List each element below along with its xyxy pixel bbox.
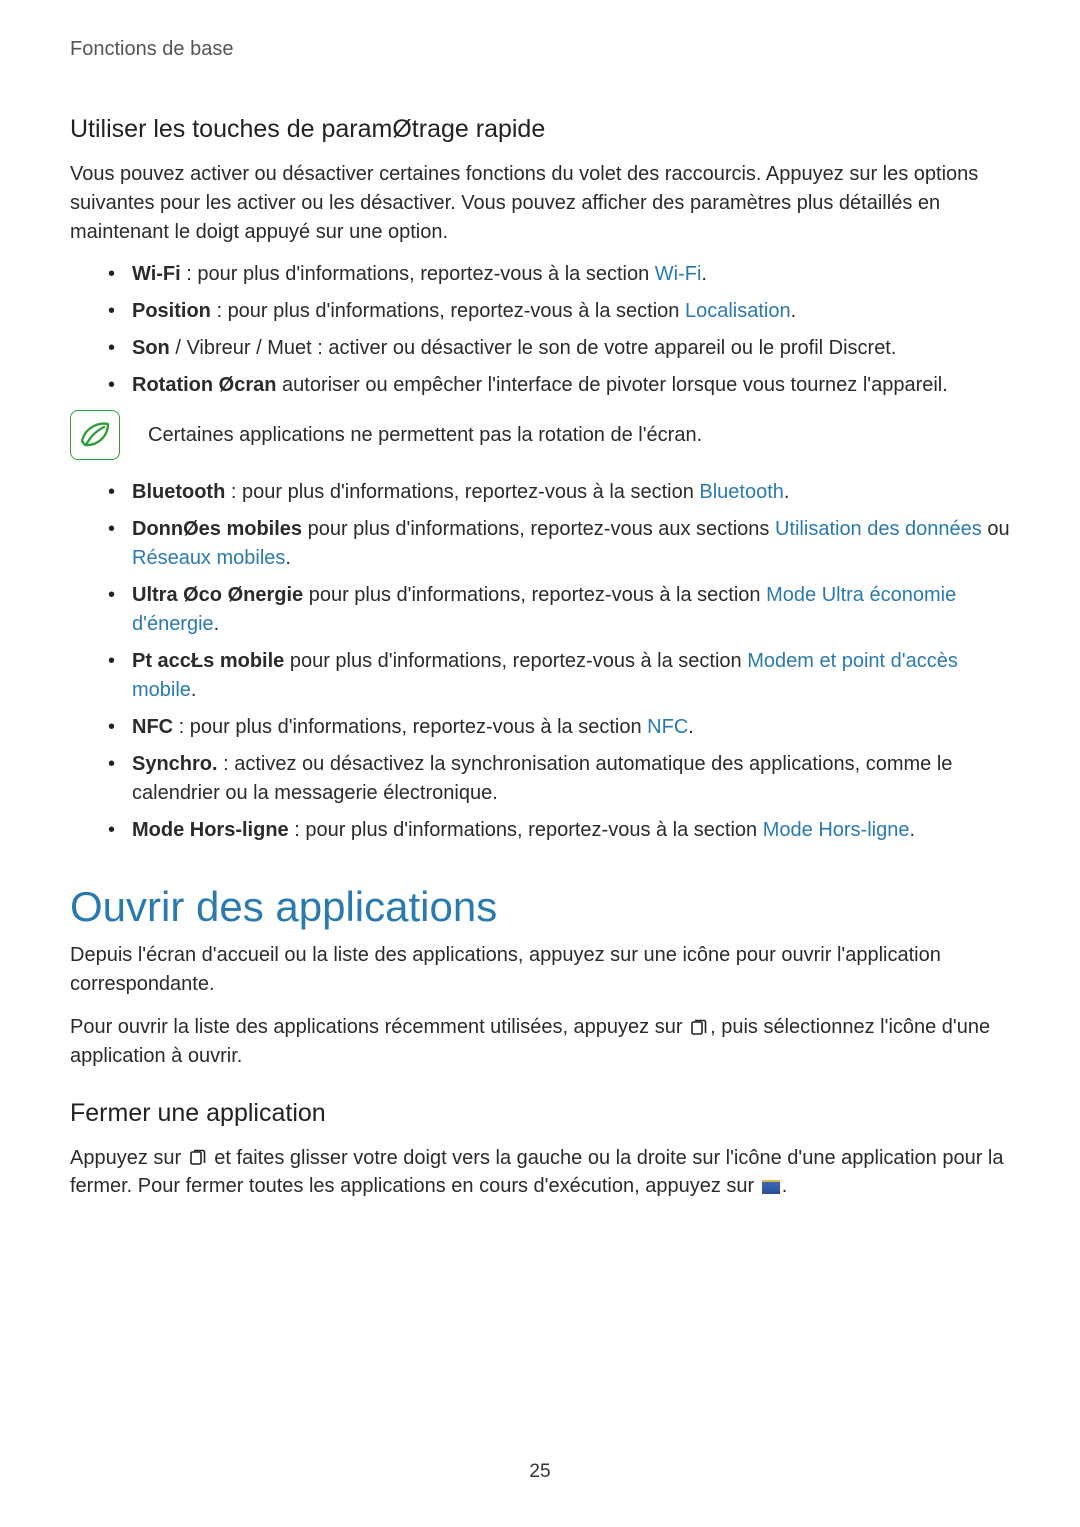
item-after: .	[784, 481, 790, 503]
item-separator: :	[181, 263, 198, 285]
item-label: Synchro.	[132, 753, 218, 775]
item-label: Position	[132, 300, 211, 322]
close-app-heading: Fermer une application	[70, 1099, 1010, 1128]
item-text: pour plus d'informations, reportez-vous …	[190, 716, 647, 738]
item-label: Bluetooth	[132, 481, 225, 503]
page-header: Fonctions de base	[70, 38, 1010, 61]
item-label: NFC	[132, 716, 173, 738]
item-after: .	[688, 716, 694, 738]
item-text: pour plus d'informations, reportez-vous …	[309, 584, 766, 606]
item-separator: :	[173, 716, 190, 738]
item-after: .	[701, 263, 707, 285]
quick-settings-intro: Vous pouvez activer ou désactiver certai…	[70, 160, 1010, 246]
list-item: Ultra Øco Ønergie pour plus d'informatio…	[108, 581, 1010, 639]
list-item: Rotation Øcran autoriser ou empêcher l'i…	[108, 371, 1010, 400]
item-label: Wi-Fi	[132, 263, 181, 285]
document-page: Fonctions de base Utiliser les touches d…	[0, 0, 1080, 1527]
item-text: autoriser ou empêcher l'interface de piv…	[282, 374, 948, 396]
quick-settings-list-1: Wi-Fi : pour plus d'informations, report…	[108, 260, 1010, 400]
list-item: Synchro. : activez ou désactivez la sync…	[108, 750, 1010, 808]
cross-ref-link[interactable]: Mode Hors-ligne	[763, 819, 910, 841]
list-item: Position : pour plus d'informations, rep…	[108, 297, 1010, 326]
item-separator: :	[211, 300, 228, 322]
quick-settings-list-2: Bluetooth : pour plus d'informations, re…	[108, 478, 1010, 845]
note-block: Certaines applications ne permettent pas…	[70, 410, 1010, 460]
list-item: Pt accŁs mobile pour plus d'informations…	[108, 647, 1010, 705]
open-apps-p2: Pour ouvrir la liste des applications ré…	[70, 1013, 1010, 1071]
open-apps-p2a: Pour ouvrir la liste des applications ré…	[70, 1016, 688, 1038]
item-after: .	[191, 679, 197, 701]
close-app-p-b: et faites glisser votre doigt vers la ga…	[70, 1147, 1004, 1198]
quick-settings-heading: Utiliser les touches de paramØtrage rapi…	[70, 115, 1010, 144]
item-label: Pt accŁs mobile	[132, 650, 284, 672]
item-after: .	[214, 613, 220, 635]
page-number: 25	[0, 1461, 1080, 1483]
item-text: activez ou désactivez la synchronisation…	[132, 753, 952, 804]
item-label: Rotation Øcran	[132, 374, 276, 396]
cross-ref-link[interactable]: Utilisation des données	[775, 518, 982, 540]
item-separator: :	[289, 819, 306, 841]
item-after: .	[791, 300, 797, 322]
recent-apps-icon	[189, 1149, 207, 1167]
item-text: pour plus d'informations, reportez-vous …	[290, 650, 747, 672]
list-item: Mode Hors-ligne : pour plus d'informatio…	[108, 816, 1010, 845]
cross-ref-link[interactable]: Réseaux mobiles	[132, 547, 285, 569]
item-label: Mode Hors-ligne	[132, 819, 289, 841]
close-app-p: Appuyez sur et faites glisser votre doig…	[70, 1144, 1010, 1202]
item-text: pour plus d'informations, reportez-vous …	[242, 481, 699, 503]
cross-ref-link[interactable]: Bluetooth	[699, 481, 784, 503]
note-icon	[70, 410, 120, 460]
item-text: pour plus d'informations, reportez-vous …	[305, 819, 762, 841]
item-text: pour plus d'informations, reportez-vous …	[228, 300, 685, 322]
list-item: NFC : pour plus d'informations, reportez…	[108, 713, 1010, 742]
cross-ref-link[interactable]: NFC	[647, 716, 688, 738]
list-item: DonnØes mobiles pour plus d'informations…	[108, 515, 1010, 573]
list-item: Son / Vibreur / Muet : activer ou désact…	[108, 334, 1010, 363]
item-separator: :	[218, 753, 235, 775]
item-text: pour plus d'informations, reportez-vous …	[197, 263, 654, 285]
item-separator: :	[225, 481, 242, 503]
item-label: Ultra Øco Ønergie	[132, 584, 303, 606]
list-item: Wi-Fi : pour plus d'informations, report…	[108, 260, 1010, 289]
item-text: Vibreur / Muet : activer ou désactiver l…	[186, 337, 896, 359]
recent-apps-icon	[690, 1019, 708, 1037]
item-text: pour plus d'informations, reportez-vous …	[308, 518, 775, 540]
close-app-p-a: Appuyez sur	[70, 1147, 187, 1169]
list-item: Bluetooth : pour plus d'informations, re…	[108, 478, 1010, 507]
item-after: .	[285, 547, 291, 569]
close-app-p-c: .	[782, 1175, 788, 1197]
note-text: Certaines applications ne permettent pas…	[148, 424, 702, 447]
item-text: ou	[982, 518, 1010, 540]
item-label: Son	[132, 337, 170, 359]
item-label: DonnØes mobiles	[132, 518, 302, 540]
open-apps-p1: Depuis l'écran d'accueil ou la liste des…	[70, 941, 1010, 999]
cross-ref-link[interactable]: Wi-Fi	[655, 263, 702, 285]
item-after: .	[909, 819, 915, 841]
close-all-icon	[762, 1180, 780, 1194]
item-separator: /	[170, 337, 187, 359]
open-apps-heading: Ouvrir des applications	[70, 883, 1010, 931]
cross-ref-link[interactable]: Localisation	[685, 300, 791, 322]
